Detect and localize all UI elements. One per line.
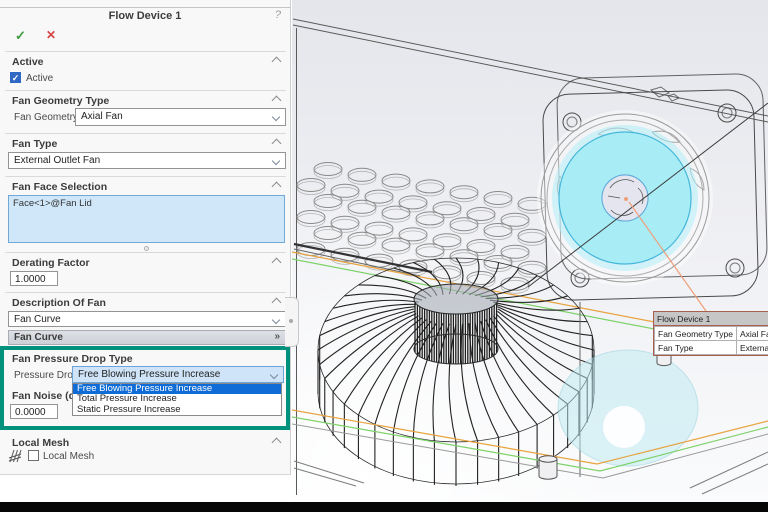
fan-geometry-value: Axial Fan xyxy=(81,111,123,122)
3d-viewport[interactable]: Flow Device 1 Fan Geometry Type Axial Fa… xyxy=(292,0,768,502)
section-header-pressure-drop[interactable]: Fan Pressure Drop Type xyxy=(12,353,133,365)
collapse-chevron-icon[interactable] xyxy=(272,139,282,149)
chevron-down-icon xyxy=(272,113,280,121)
separator xyxy=(5,133,286,134)
help-icon[interactable]: ? xyxy=(275,9,281,21)
callout-title: Flow Device 1 xyxy=(654,312,768,326)
edge-green-lower xyxy=(292,417,768,471)
panel-title: Flow Device 1 xyxy=(0,10,290,22)
vent-hole-grid xyxy=(297,163,546,294)
active-checkbox-label: Active xyxy=(26,73,53,84)
pressure-drop-option[interactable]: Free Blowing Pressure Increase xyxy=(73,384,281,394)
separator xyxy=(5,252,286,253)
description-value: Fan Curve xyxy=(14,314,61,325)
selected-face-item[interactable]: Face<1>@Fan Lid xyxy=(13,198,280,209)
callout-label: Fan Type xyxy=(655,341,737,355)
mesh-icon xyxy=(8,448,23,463)
face-center-point xyxy=(624,197,628,201)
collapse-chevron-icon[interactable] xyxy=(272,96,282,106)
pressure-drop-value: Free Blowing Pressure Increase xyxy=(78,369,220,380)
section-header-fan-geometry[interactable]: Fan Geometry Type xyxy=(12,95,109,107)
flow-device-property-panel: Flow Device 1 ? ✓ ✕ Active ✓ Active Fan … xyxy=(0,0,291,475)
collapse-chevron-icon[interactable] xyxy=(272,438,282,448)
pressure-drop-option[interactable]: Total Pressure Increase xyxy=(73,394,281,404)
pressure-drop-select[interactable]: Free Blowing Pressure Increase xyxy=(72,366,284,383)
resize-handle[interactable] xyxy=(144,246,149,251)
fan-curve-button-label: Fan Curve xyxy=(14,332,63,343)
splitter-dot xyxy=(289,319,293,323)
expand-more-icon: » xyxy=(274,331,280,342)
chevron-down-icon xyxy=(270,371,278,379)
derating-factor-input[interactable]: 1.0000 xyxy=(10,271,58,286)
faint-fan-face xyxy=(558,350,698,466)
fan-noise-input[interactable]: 0.0000 xyxy=(10,404,58,419)
fan-face-selection-list[interactable]: Face<1>@Fan Lid xyxy=(8,195,285,243)
pressure-drop-option[interactable]: Static Pressure Increase xyxy=(73,405,281,415)
fan-type-value: External Outlet Fan xyxy=(14,155,100,166)
section-header-fan-face[interactable]: Fan Face Selection xyxy=(12,181,107,193)
section-header-description[interactable]: Description Of Fan xyxy=(12,297,106,309)
description-of-fan-select[interactable]: Fan Curve xyxy=(8,311,286,327)
bottom-black-bar xyxy=(0,502,768,512)
separator xyxy=(5,292,286,293)
callout-row-geometry: Fan Geometry Type Axial Fan xyxy=(655,327,768,341)
section-header-fan-type[interactable]: Fan Type xyxy=(12,138,57,150)
chevron-down-icon xyxy=(272,316,280,324)
separator xyxy=(5,176,286,177)
fan-curve-button[interactable]: Fan Curve » xyxy=(8,330,286,345)
collapse-chevron-icon[interactable] xyxy=(272,182,282,192)
fan-geometry-select[interactable]: Axial Fan xyxy=(75,108,286,126)
app-window: Flow Device 1 Fan Geometry Type Axial Fa… xyxy=(0,0,768,512)
ok-check-icon[interactable]: ✓ xyxy=(15,28,26,44)
callout-label: Fan Geometry Type xyxy=(655,327,737,341)
section-header-derating[interactable]: Derating Factor xyxy=(12,257,90,269)
pressure-drop-options-list[interactable]: Free Blowing Pressure IncreaseTotal Pres… xyxy=(72,383,282,416)
cad-scene xyxy=(292,0,768,502)
callout-value: External Outlet Fan xyxy=(736,341,768,355)
callout-row-fantype: Fan Type External Outlet Fan xyxy=(655,341,768,355)
collapse-chevron-icon[interactable] xyxy=(272,298,282,308)
local-mesh-label: Local Mesh xyxy=(43,451,94,462)
collapse-chevron-icon[interactable] xyxy=(272,57,282,67)
separator xyxy=(5,51,286,52)
callout-value: Axial Fan xyxy=(736,327,768,341)
panel-top-border xyxy=(0,7,290,8)
fan-type-select[interactable]: External Outlet Fan xyxy=(8,152,286,169)
section-header-active[interactable]: Active xyxy=(12,56,44,68)
collapse-chevron-icon[interactable] xyxy=(272,258,282,268)
flow-device-callout[interactable]: Flow Device 1 Fan Geometry Type Axial Fa… xyxy=(653,311,768,356)
cancel-x-icon[interactable]: ✕ xyxy=(46,28,56,42)
chevron-down-icon xyxy=(272,157,280,165)
active-checkbox[interactable]: ✓ xyxy=(10,72,21,83)
impeller-wireframe xyxy=(318,258,594,486)
local-mesh-checkbox[interactable] xyxy=(28,450,39,461)
panel-splitter-handle[interactable] xyxy=(285,297,299,347)
separator xyxy=(5,90,286,91)
